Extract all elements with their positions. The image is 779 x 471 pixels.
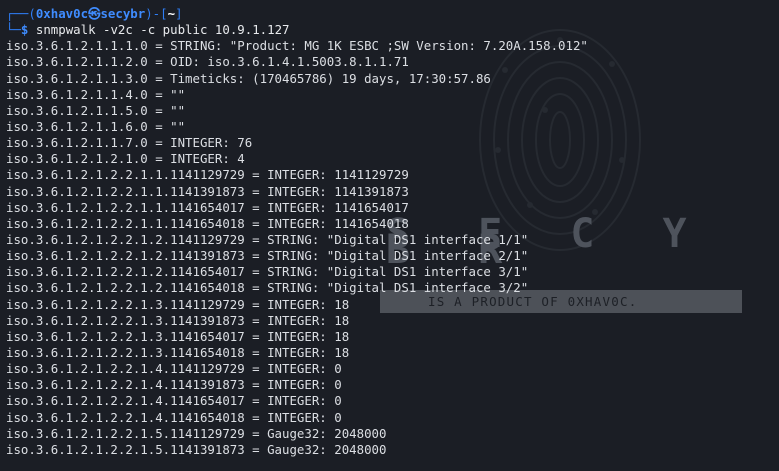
command-text: snmpwalk -v2c -c public 10.9.1.127 <box>35 22 290 38</box>
command-output: iso.3.6.1.2.1.1.1.0 = STRING: "Product: … <box>6 38 779 458</box>
output-line: iso.3.6.1.2.1.2.2.1.3.1141654018 = INTEG… <box>6 344 350 360</box>
output-line: iso.3.6.1.2.1.2.2.1.5.1141391873 = Gauge… <box>6 441 387 457</box>
output-line: iso.3.6.1.2.1.2.1.0 = INTEGER: 4 <box>6 151 245 167</box>
output-line: iso.3.6.1.2.1.1.3.0 = Timeticks: (170465… <box>6 70 491 86</box>
terminal-content: ┌──(0xhav0c㉿secybr)-[~] └─$ snmpwalk -v2… <box>0 0 779 458</box>
prompt-corner-bottom: └─ <box>6 22 21 38</box>
output-line: iso.3.6.1.2.1.1.5.0 = "" <box>6 102 186 118</box>
prompt-line-command[interactable]: └─$ snmpwalk -v2c -c public 10.9.1.127 <box>6 22 779 38</box>
prompt-close-bracket: ] <box>175 6 183 21</box>
output-line: iso.3.6.1.2.1.2.2.1.4.1141129729 = INTEG… <box>6 361 342 377</box>
output-line: iso.3.6.1.2.1.2.2.1.3.1141391873 = INTEG… <box>6 312 350 328</box>
prompt-line-top: ┌──(0xhav0c㉿secybr)-[~] <box>6 6 779 22</box>
output-line: iso.3.6.1.2.1.2.2.1.2.1141654017 = STRIN… <box>6 264 529 280</box>
prompt-close-paren: )-[ <box>145 6 168 21</box>
output-line: iso.3.6.1.2.1.2.2.1.3.1141654017 = INTEG… <box>6 328 350 344</box>
prompt-dir: ~ <box>167 6 176 21</box>
output-line: iso.3.6.1.2.1.1.2.0 = OID: iso.3.6.1.4.1… <box>6 54 409 70</box>
output-line: iso.3.6.1.2.1.2.2.1.4.1141654018 = INTEG… <box>6 409 342 425</box>
output-line: iso.3.6.1.2.1.2.2.1.4.1141391873 = INTEG… <box>6 377 342 393</box>
output-line: iso.3.6.1.2.1.1.4.0 = "" <box>6 86 186 102</box>
output-line: iso.3.6.1.2.1.2.2.1.3.1141129729 = INTEG… <box>6 296 350 312</box>
output-line: iso.3.6.1.2.1.2.2.1.2.1141391873 = STRIN… <box>6 248 529 264</box>
output-line: iso.3.6.1.2.1.2.2.1.1.1141654017 = INTEG… <box>6 199 409 215</box>
output-line: iso.3.6.1.2.1.1.1.0 = STRING: "Product: … <box>6 38 588 54</box>
prompt-corner-top: ┌──( <box>6 6 36 21</box>
output-line: iso.3.6.1.2.1.2.2.1.2.1141654018 = STRIN… <box>6 280 529 296</box>
output-line: iso.3.6.1.2.1.1.6.0 = "" <box>6 118 186 134</box>
prompt-at-symbol: ㉿ <box>88 6 101 21</box>
output-line: iso.3.6.1.2.1.2.2.1.1.1141391873 = INTEG… <box>6 183 409 199</box>
output-line: iso.3.6.1.2.1.2.2.1.4.1141654017 = INTEG… <box>6 393 342 409</box>
prompt-host: secybr <box>100 6 146 21</box>
output-line: iso.3.6.1.2.1.2.2.1.5.1141129729 = Gauge… <box>6 425 387 441</box>
output-line: iso.3.6.1.2.1.2.2.1.2.1141129729 = STRIN… <box>6 231 529 247</box>
output-line: iso.3.6.1.2.1.1.7.0 = INTEGER: 76 <box>6 135 253 151</box>
prompt-user: 0xhav0c <box>35 6 89 21</box>
terminal-window[interactable]: S E C Y B R IS A PRODUCT OF 0XHAV0C. ┌──… <box>0 0 779 471</box>
prompt-dollar: $ <box>20 22 29 38</box>
output-line: iso.3.6.1.2.1.2.2.1.1.1141129729 = INTEG… <box>6 167 409 183</box>
output-line: iso.3.6.1.2.1.2.2.1.1.1141654018 = INTEG… <box>6 215 409 231</box>
